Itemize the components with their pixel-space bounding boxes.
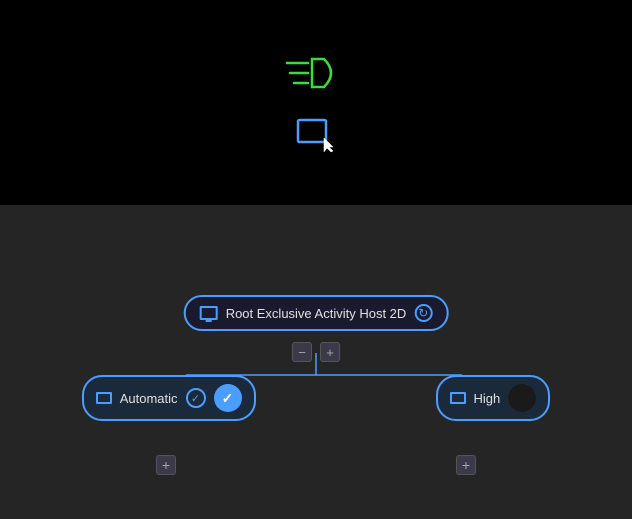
headlight-icon <box>286 55 346 100</box>
connector-row: − + <box>292 342 340 362</box>
auto-node-plus-button[interactable]: + <box>156 455 176 475</box>
high-node[interactable]: High <box>436 375 551 421</box>
root-node-refresh-icon[interactable] <box>414 304 432 322</box>
children-row: Automatic High <box>0 375 632 421</box>
preview-area <box>0 0 632 205</box>
plus-buttons-row: + + <box>0 455 632 475</box>
high-node-circle-icon <box>508 384 536 412</box>
minus-connector-button[interactable]: − <box>292 342 312 362</box>
auto-node-monitor-icon <box>96 392 112 404</box>
root-node-label: Root Exclusive Activity Host 2D <box>226 306 407 321</box>
high-node-label: High <box>474 391 501 406</box>
high-node-monitor-icon <box>450 392 466 404</box>
main-content: Root Exclusive Activity Host 2D − + Auto… <box>0 205 632 519</box>
auto-node-label: Automatic <box>120 391 178 406</box>
auto-node-check-filled-icon[interactable] <box>214 384 242 412</box>
root-node-monitor-icon <box>200 306 218 320</box>
monitor-preview-icon <box>296 118 336 161</box>
high-node-plus-button[interactable]: + <box>456 455 476 475</box>
plus-connector-button[interactable]: + <box>320 342 340 362</box>
root-node[interactable]: Root Exclusive Activity Host 2D <box>184 295 449 331</box>
auto-node-check-outline-icon[interactable] <box>186 388 206 408</box>
auto-node[interactable]: Automatic <box>82 375 256 421</box>
node-area: Root Exclusive Activity Host 2D − + Auto… <box>0 205 632 519</box>
